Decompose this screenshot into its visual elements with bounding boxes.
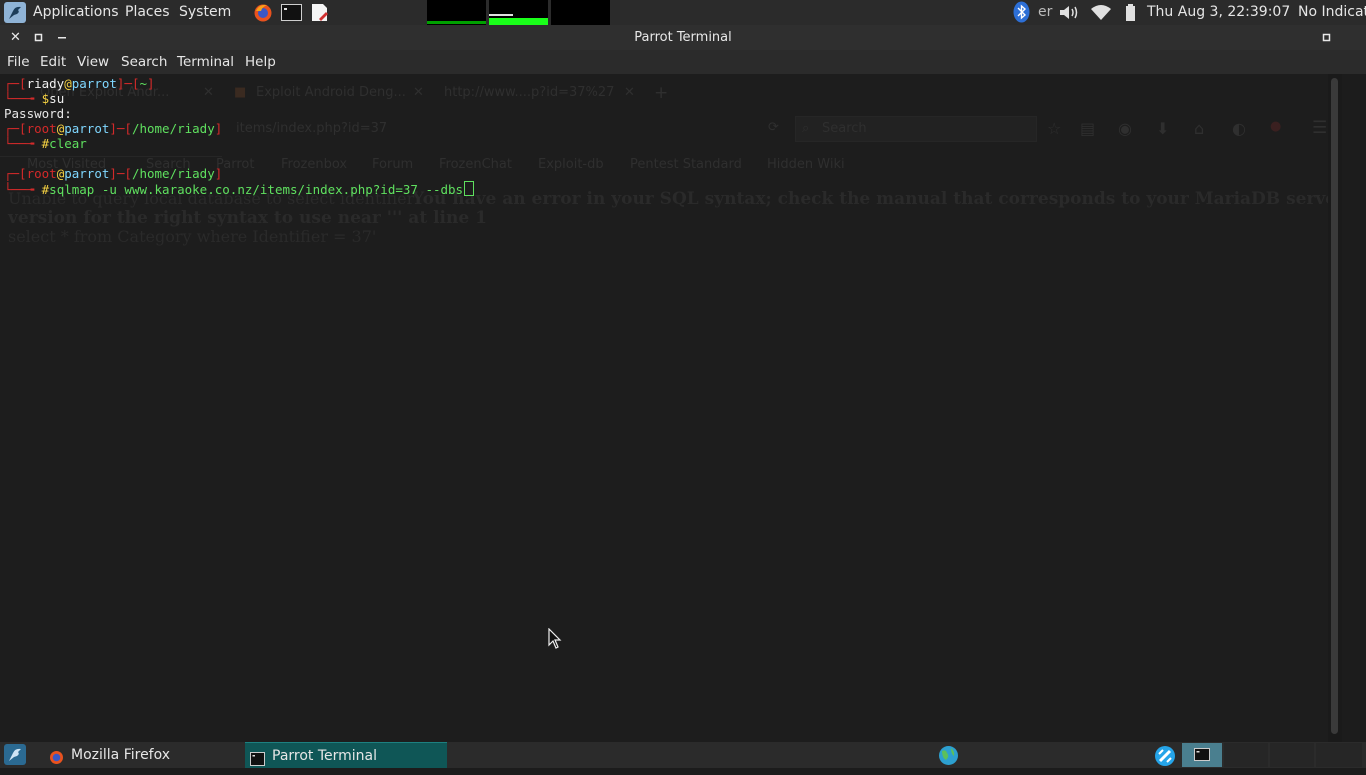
network-manager-icon[interactable] bbox=[1154, 745, 1176, 771]
ghost-tab-2: Exploit Android Deng... bbox=[256, 85, 406, 100]
prompt-user-root: root bbox=[26, 166, 57, 181]
prompt-user-root: root bbox=[26, 121, 57, 136]
volume-icon[interactable] bbox=[1058, 3, 1079, 22]
window-title: Parrot Terminal bbox=[634, 30, 732, 45]
indicators-label: No Indicators bbox=[1298, 4, 1366, 20]
ghost-bookmark-7: Exploit-db bbox=[538, 157, 604, 172]
output-line: Password: bbox=[4, 106, 72, 121]
restore-icon[interactable] bbox=[1318, 29, 1335, 46]
places-menu[interactable]: Places bbox=[125, 0, 170, 25]
ghost-bookmark-9: Hidden Wiki bbox=[767, 157, 845, 172]
ghost-tab-close-icon: ✕ bbox=[203, 85, 214, 100]
workspace-switcher[interactable] bbox=[1182, 743, 1222, 767]
bluetooth-icon[interactable] bbox=[1012, 1, 1031, 23]
ghost-sync-icon: ◐ bbox=[1232, 119, 1246, 138]
prompt-line-2: ┌─[root@parrot]─[/home/riady] bbox=[4, 121, 223, 136]
command-line-3[interactable]: └──╼ #sqlmap -u www.karaoke.co.nz/items/… bbox=[4, 181, 475, 197]
prompt-host: parrot bbox=[64, 121, 110, 136]
window-titlebar[interactable]: Parrot Terminal ✕ bbox=[0, 25, 1366, 50]
terminal-area[interactable]: Open Exploit Andr... ✕ ■ Exploit Android… bbox=[0, 74, 1328, 742]
workspace-3[interactable] bbox=[1270, 743, 1314, 767]
ghost-query: select * from Category where Identifier … bbox=[8, 227, 377, 246]
ghost-blogger-icon: ■ bbox=[234, 85, 247, 100]
minimize-icon[interactable] bbox=[54, 29, 71, 46]
ghost-tab-close-icon-3: ✕ bbox=[624, 85, 635, 100]
command-text: su bbox=[49, 91, 65, 106]
battery-icon[interactable] bbox=[1124, 3, 1138, 22]
ghost-search-icon: ⌕ bbox=[802, 121, 810, 136]
globe-icon[interactable] bbox=[938, 745, 959, 770]
ghost-pocket-icon: ◉ bbox=[1118, 119, 1132, 138]
terminal-scrollbar[interactable] bbox=[1328, 74, 1342, 742]
command-text: sqlmap -u www.karaoke.co.nz/items/index.… bbox=[49, 182, 464, 197]
system-menu[interactable]: System bbox=[179, 0, 231, 25]
parrot-menu-icon[interactable] bbox=[4, 744, 26, 765]
task-label: Mozilla Firefox bbox=[71, 747, 171, 763]
ghost-reader-icon: ▤ bbox=[1080, 119, 1096, 138]
close-icon[interactable]: ✕ bbox=[7, 29, 24, 46]
window-edge bbox=[1342, 74, 1366, 742]
text-cursor bbox=[464, 181, 475, 196]
ghost-new-tab-icon: + bbox=[654, 83, 669, 103]
menu-search[interactable]: Search bbox=[121, 50, 167, 74]
ghost-home-icon: ⌂ bbox=[1194, 119, 1205, 138]
text-editor-icon[interactable] bbox=[309, 3, 330, 22]
terminal-menubar: File Edit View Search Terminal Help bbox=[0, 50, 1366, 74]
prompt-path: ~ bbox=[139, 76, 148, 91]
prompt-host: parrot bbox=[64, 166, 110, 181]
task-label: Parrot Terminal bbox=[272, 748, 378, 764]
menu-help[interactable]: Help bbox=[245, 50, 276, 74]
menu-view[interactable]: View bbox=[77, 50, 109, 74]
ghost-bookmark-8: Pentest Standard bbox=[630, 157, 742, 172]
cpu-monitor bbox=[427, 0, 486, 25]
mouse-pointer-icon bbox=[548, 627, 562, 654]
ghost-star-icon: ☆ bbox=[1047, 119, 1062, 138]
maximize-icon[interactable] bbox=[30, 29, 47, 46]
command-line-1: └──╼ $su bbox=[4, 91, 65, 106]
command-text: clear bbox=[49, 136, 87, 151]
terminal-icon bbox=[250, 749, 265, 775]
prompt-line-3: ┌─[root@parrot]─[/home/riady] bbox=[4, 166, 223, 181]
prompt-host: parrot bbox=[71, 76, 117, 91]
ghost-error-bold-2: version for the right syntax to use near… bbox=[8, 208, 487, 228]
parrot-logo-icon[interactable] bbox=[4, 2, 26, 23]
ghost-bookmark-6: FrozenChat bbox=[439, 157, 512, 172]
menu-terminal[interactable]: Terminal bbox=[177, 50, 234, 74]
firefox-icon[interactable] bbox=[253, 3, 274, 22]
applications-menu[interactable]: Applications bbox=[33, 0, 119, 25]
prompt-line-1: ┌─[riady@parrot]─[~] bbox=[4, 76, 155, 91]
wifi-icon[interactable] bbox=[1090, 3, 1111, 22]
ghost-error-bold: You have an error in your SQL syntax; ch… bbox=[412, 189, 1328, 209]
bottom-taskbar: Mozilla Firefox Parrot Terminal bbox=[0, 742, 1366, 768]
menu-file[interactable]: File bbox=[7, 50, 30, 74]
ghost-addon-icon: ● bbox=[1270, 119, 1282, 134]
menu-edit[interactable]: Edit bbox=[40, 50, 66, 74]
workspace-4[interactable] bbox=[1316, 743, 1362, 767]
ghost-url: items/index.php?id=37 bbox=[236, 121, 388, 136]
firefox-icon bbox=[49, 748, 64, 774]
task-firefox[interactable]: Mozilla Firefox bbox=[44, 742, 242, 768]
prompt-user: riady bbox=[26, 76, 65, 91]
ghost-bookmark-5: Forum bbox=[372, 157, 414, 172]
ghost-search-placeholder: Search bbox=[822, 121, 867, 136]
ghost-bookmark-4: Frozenbox bbox=[281, 157, 348, 172]
terminal-icon[interactable] bbox=[281, 3, 302, 22]
clock[interactable]: Thu Aug 3, 22:39:07 bbox=[1147, 0, 1290, 25]
indicator-truncated-text: er bbox=[1038, 4, 1053, 20]
workspace-2[interactable] bbox=[1224, 743, 1268, 767]
ghost-download-icon: ⬇ bbox=[1156, 119, 1170, 138]
command-line-2: └──╼ #clear bbox=[4, 136, 87, 151]
ghost-tab-3: http://www....p?id=37%27 bbox=[444, 85, 615, 100]
prompt-path: /home/riady bbox=[131, 121, 215, 136]
task-terminal[interactable]: Parrot Terminal bbox=[245, 742, 447, 768]
network-monitor bbox=[489, 0, 548, 25]
memory-monitor bbox=[551, 0, 610, 25]
ghost-reload-icon: ⟳ bbox=[768, 120, 779, 135]
prompt-path: /home/riady bbox=[131, 166, 215, 181]
top-panel: Applications Places System er Thu Aug 3,… bbox=[0, 0, 1366, 25]
ghost-tab-close-icon-2: ✕ bbox=[413, 85, 424, 100]
ghost-hamburger-icon: ☰ bbox=[1312, 118, 1328, 138]
